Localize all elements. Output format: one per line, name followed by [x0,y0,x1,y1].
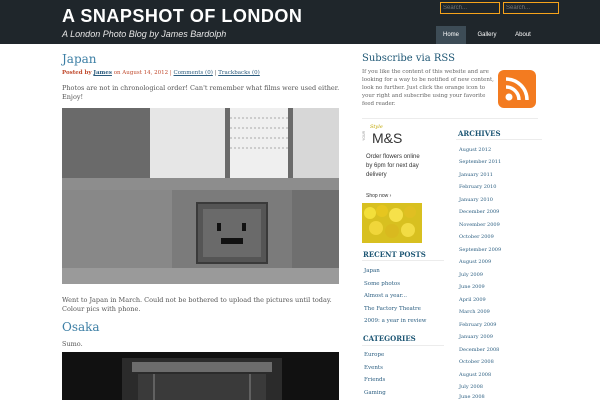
recent-post-link[interactable]: The Factory Theatre [364,306,421,312]
site-header: A SNAPSHOT OF LONDON A London Photo Blog… [0,0,600,44]
ad-text: Order flowers online by 6pm for next day… [366,154,420,178]
search-input-secondary[interactable] [503,2,559,14]
archive-link[interactable]: October 2009 [459,234,494,240]
ad-brand: M&S [372,130,403,146]
archives-title: ARCHIVES [458,129,501,138]
recent-post-link[interactable]: Almost a year... [364,293,407,299]
meta-separator: | [214,70,217,76]
ad-cta[interactable]: Shop now › [366,193,391,199]
archive-link[interactable]: February 2010 [459,184,496,190]
nav-home[interactable]: Home [436,26,466,44]
archive-link[interactable]: September 2011 [459,159,501,165]
author-link[interactable]: James [93,70,112,76]
comments-link[interactable]: Comments (0) [174,70,213,76]
nav-gallery[interactable]: Gallery [472,26,502,44]
post-body: Went to Japan in March. Could not be bot… [62,296,332,313]
search-input[interactable] [440,2,500,14]
archive-link[interactable]: January 2011 [459,172,493,178]
archive-link[interactable]: January 2010 [459,197,493,203]
archive-link[interactable]: July 2009 [459,272,483,278]
post-intro: Photos are not in chronological order! C… [62,84,340,101]
archive-link[interactable]: August 2008 [459,372,491,378]
archive-link[interactable]: November 2009 [459,222,500,228]
archive-link[interactable]: January 2009 [459,334,493,340]
sumo-arena-photo [62,352,339,400]
site-tagline: A London Photo Blog by James Bardolph [62,29,227,39]
ad-your: YOUR [362,130,366,141]
post-meta: Posted by James on August 14, 2012 | Com… [62,70,260,76]
archive-link[interactable]: June 2009 [459,284,485,290]
archive-link[interactable]: April 2009 [459,297,486,303]
main-nav: Home Gallery About [436,26,538,44]
archive-link[interactable]: September 2009 [459,247,501,253]
recent-post-link[interactable]: Some photos [364,281,400,287]
divider [456,139,542,140]
categories-title: CATEGORIES [363,334,416,343]
post-photo[interactable] [62,108,339,284]
post-title-osaka[interactable]: Osaka [62,320,100,334]
recent-posts-title: RECENT POSTS [363,250,426,259]
divider [362,260,444,261]
archive-link[interactable]: October 2008 [459,359,494,365]
post-photo-osaka[interactable] [62,352,339,400]
archive-link[interactable]: March 2009 [459,309,490,315]
site-title[interactable]: A SNAPSHOT OF LONDON [62,6,302,27]
ms-advert[interactable]: YOUR Style M&S Order flowers online by 6… [362,123,422,243]
archive-link[interactable]: August 2009 [459,259,491,265]
archive-link[interactable]: December 2009 [459,209,499,215]
archive-link[interactable]: December 2008 [459,347,499,353]
rss-icon[interactable] [498,70,536,108]
nav-about[interactable]: About [508,26,538,44]
archive-link[interactable]: February 2009 [459,322,496,328]
archive-link[interactable]: July 2008 [459,384,483,390]
rss-title: Subscribe via RSS [362,53,455,64]
ad-flowers-image [362,203,422,243]
category-link[interactable]: Friends [364,377,385,383]
category-link[interactable]: Europe [364,352,384,358]
recent-post-link[interactable]: 2009: a year in review [364,318,426,324]
trackbacks-link[interactable]: Trackbacks (0) [218,70,260,76]
category-link[interactable]: Gaming [364,390,386,396]
rss-description: If you like the content of this website … [362,69,494,107]
divider [362,345,444,346]
recent-post-link[interactable]: Japan [364,268,380,274]
archive-link[interactable]: June 2008 [459,394,485,400]
post-intro-osaka: Sumo. [62,340,83,348]
posted-by-label: Posted by [62,70,92,76]
archive-link[interactable]: August 2012 [459,147,491,153]
pavement-photo [62,108,339,284]
post-title-japan[interactable]: Japan [62,52,97,66]
divider [362,118,538,119]
category-link[interactable]: Events [364,365,383,371]
post-date: on August 14, 2012 | [113,70,172,76]
